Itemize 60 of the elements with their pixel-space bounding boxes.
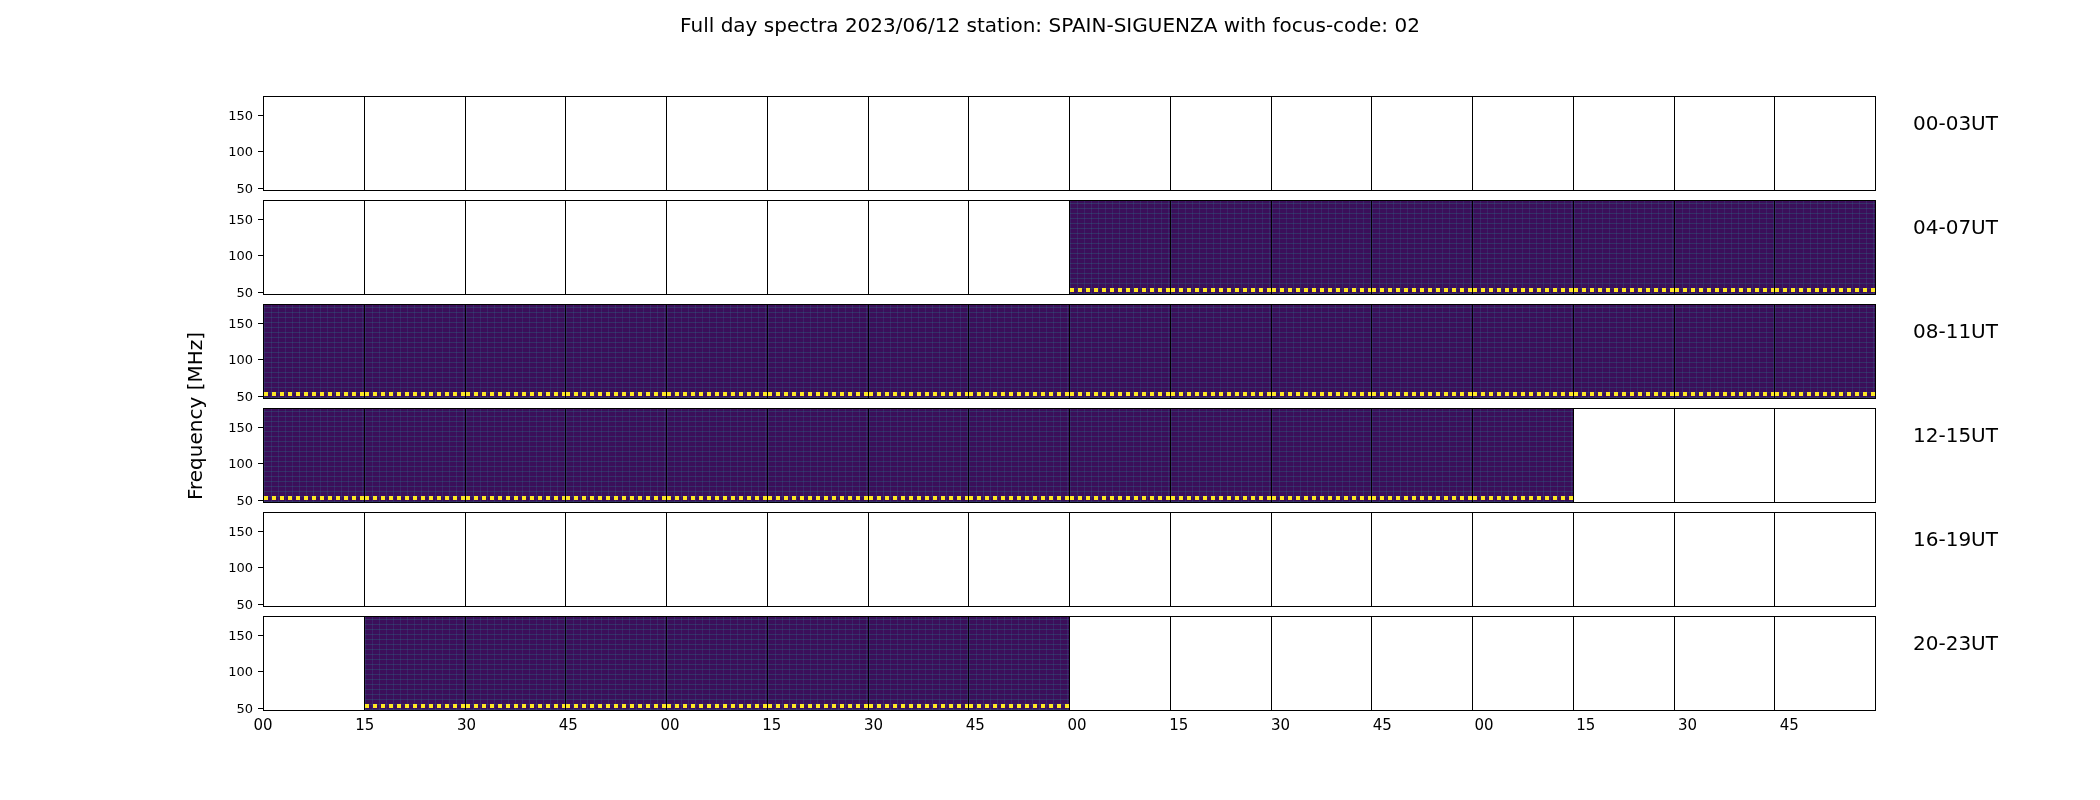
tick-label: 150	[228, 107, 253, 123]
tick-label: 15	[1169, 715, 1189, 736]
tick-label: 50	[236, 492, 253, 508]
tick-label: 30	[1270, 715, 1291, 736]
tick-label: 50	[236, 388, 253, 404]
tick-label: 50	[236, 596, 253, 612]
tick-label: 150	[228, 627, 253, 643]
tick-label: 50	[236, 284, 253, 300]
row-label: 08-11UT	[1913, 319, 1998, 343]
tick-label: 30	[1677, 715, 1698, 736]
tick-label: 30	[456, 715, 477, 736]
tick-label: 00	[253, 715, 273, 736]
tick-mark	[258, 151, 263, 152]
tick-mark	[258, 604, 263, 605]
tick-mark	[258, 219, 263, 220]
tick-label: 100	[228, 143, 253, 159]
tick-label: 15	[1576, 715, 1596, 736]
tick-mark	[258, 188, 263, 189]
chart-title: Full day spectra 2023/06/12 station: SPAIN-SIGUENZA with focus-code: 02	[680, 12, 1420, 38]
tick-mark	[258, 500, 263, 501]
tick-label: 00	[1474, 715, 1494, 736]
row-label: 04-07UT	[1913, 215, 1998, 239]
tick-label: 45	[965, 715, 985, 736]
tick-label: 50	[236, 700, 253, 716]
row-label: 00-03UT	[1913, 111, 1998, 135]
tick-mark	[258, 115, 263, 116]
tick-label: 150	[228, 523, 253, 539]
tick-mark	[258, 531, 263, 532]
tick-mark	[258, 359, 263, 360]
tick-label: 100	[228, 663, 253, 679]
tick-mark	[258, 427, 263, 428]
tick-label: 00	[660, 715, 680, 736]
tick-mark	[258, 292, 263, 293]
tick-mark	[258, 255, 263, 256]
tick-label: 150	[228, 419, 253, 435]
tick-mark	[258, 635, 263, 636]
tick-label: 50	[236, 180, 253, 196]
row-label: 20-23UT	[1913, 631, 1998, 655]
tick-label: 45	[558, 715, 578, 736]
tick-label: 100	[228, 351, 253, 367]
tick-label: 00	[1067, 715, 1087, 736]
tick-label: 100	[228, 455, 253, 471]
tick-mark	[258, 396, 263, 397]
tick-label: 45	[1372, 715, 1392, 736]
tick-mark	[258, 671, 263, 672]
tick-label: 150	[228, 211, 253, 227]
tick-label: 15	[355, 715, 375, 736]
tick-label: 15	[762, 715, 782, 736]
tick-label: 100	[228, 559, 253, 575]
tick-mark	[258, 708, 263, 709]
tick-mark	[258, 323, 263, 324]
tick-label: 30	[863, 715, 884, 736]
tick-label: 45	[1779, 715, 1799, 736]
row-label: 16-19UT	[1913, 527, 1998, 551]
tick-label: 150	[228, 315, 253, 331]
tick-mark	[258, 567, 263, 568]
row-label: 12-15UT	[1913, 423, 1998, 447]
axis-label: Frequency [MHz]	[182, 331, 208, 501]
tick-label: 100	[228, 247, 253, 263]
tick-mark	[258, 463, 263, 464]
